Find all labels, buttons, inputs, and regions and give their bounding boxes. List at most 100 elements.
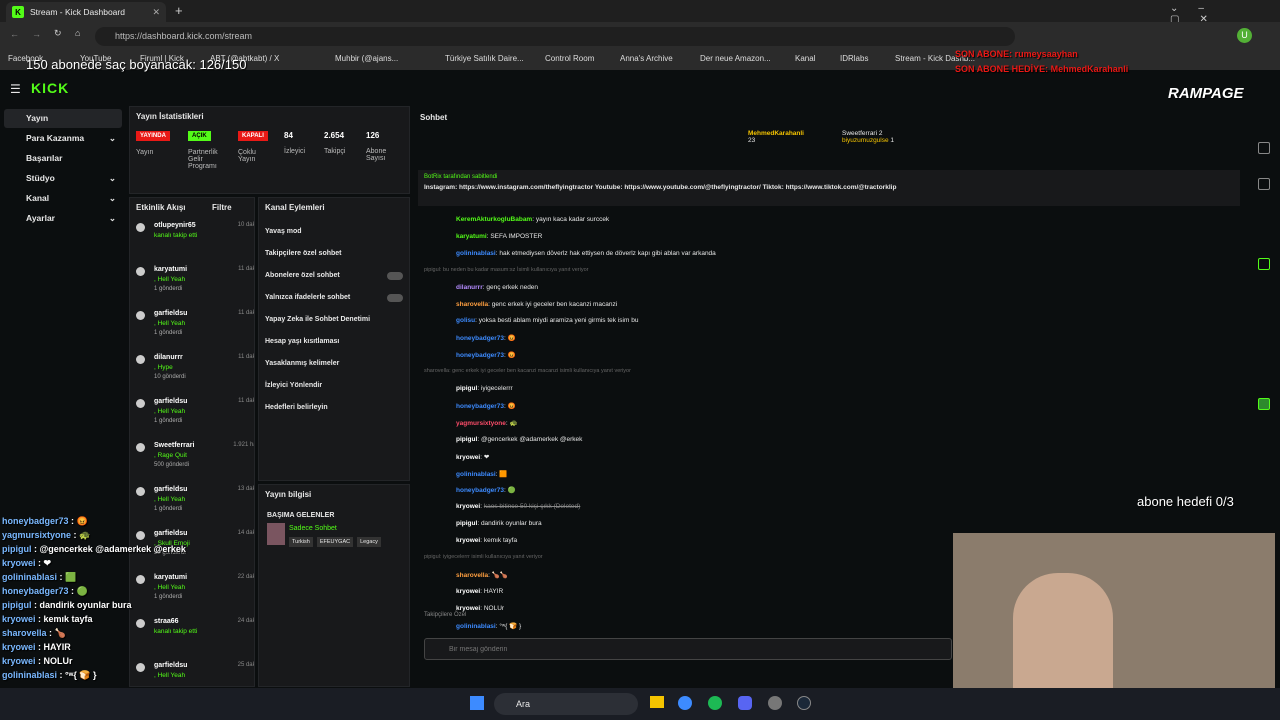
sidebar-item-studyo[interactable]: Stüdyo ⌄ [4,169,122,188]
windows-start-icon[interactable] [470,696,484,710]
chat-username[interactable]: pipigul [456,385,477,392]
chat-username[interactable]: pipigul [456,520,477,527]
channel-action-item[interactable]: Hesap yaşı kısıtlaması [265,338,403,345]
bookmark-item[interactable]: Muhbir (@ajans... [335,54,398,63]
filter-button[interactable]: Filtre [212,203,232,212]
profile-avatar[interactable]: U [1237,28,1252,43]
channel-action-item[interactable]: Yapay Zeka ile Sohbet Denetimi [265,316,403,323]
channel-action-item[interactable]: Hedefleri belirleyin [265,404,403,411]
activity-time: 13 dakika önce [237,486,255,492]
chat-username[interactable]: honeybadger73 [456,352,504,359]
url-field[interactable]: https://dashboard.kick.com/stream [95,27,1015,46]
bookmark-item[interactable]: Kanal [795,54,815,63]
activity-username[interactable]: otlupeynir65 [154,222,196,229]
chat-message: yagmursixtyone: 🐢 [430,419,518,427]
hamburger-menu-icon[interactable]: ☰ [10,82,21,96]
browser-icon[interactable] [678,696,692,710]
sidebar-item-ayarlar[interactable]: Ayarlar ⌄ [4,209,122,228]
activity-detail: , Rage Quit [154,452,187,459]
channel-action-item[interactable]: Abonelere özel sohbet [265,272,403,280]
toggle-switch[interactable] [387,272,403,280]
chat-username[interactable]: sharovella [456,572,488,579]
activity-username[interactable]: dilanurrr [154,354,183,361]
chat-username[interactable]: karyatumi [456,233,487,240]
chat-username[interactable]: kryowei [456,454,480,461]
activity-username[interactable]: karyatumi [154,266,187,273]
activity-username[interactable]: garfieldsu [154,486,187,493]
chat-username[interactable]: kryowei [456,503,480,510]
channel-action-item[interactable]: Yalnızca ifadelerle sohbet [265,294,403,302]
chat-username[interactable]: yagmursixtyone [456,420,506,427]
sidebar-item-basarilar[interactable]: Başarılar [4,149,122,168]
bookmark-item[interactable]: Türkiye Satılık Daire... [445,54,524,63]
chat-username[interactable]: sharovella [456,301,488,308]
chat-username[interactable]: golininablasi [456,250,496,257]
user-icon [136,267,145,276]
category-name[interactable]: Sadece Sohbet [289,525,337,532]
chat-username[interactable]: golininablasi [456,623,496,630]
sidebar-item-yayin[interactable]: Yayın [4,109,122,128]
new-tab-icon[interactable]: + [175,3,183,18]
discord-icon[interactable] [738,696,752,710]
tab-close-icon[interactable]: ✕ [152,7,160,18]
channel-action-item[interactable]: Takipçilere özel sohbet [265,250,403,257]
channel-action-item[interactable]: Yavaş mod [265,228,403,235]
overlay-chat-user: pipigul [2,600,32,610]
overlay-chat-text: @gencerkek @adamerkek @erkek [39,544,186,554]
channel-action-item[interactable]: İzleyici Yönlendir [265,382,403,389]
activity-amount: 1 gönderdi [154,506,183,512]
address-bar-row: ← → ↻ ⌂ https://dashboard.kick.com/strea… [0,22,1280,50]
chat-username[interactable]: kryowei [456,588,480,595]
chat-message: kryowei: kaos bitince 50 kişi çıkk (Dele… [430,503,580,510]
overlay-last-gift: SON ABONE HEDİYE: MehmedKarahanli [955,64,1129,74]
file-explorer-icon[interactable] [650,696,664,708]
toggle-switch[interactable] [387,294,403,302]
taskbar-search[interactable]: Ara [494,693,638,715]
chat-icon[interactable] [1258,258,1270,270]
user-icon [136,355,145,364]
chat-username[interactable]: pipigul [456,436,477,443]
chevron-down-icon: ⌄ [108,213,116,223]
separator: : [68,516,77,526]
bookmark-item[interactable]: Der neue Amazon... [700,54,771,63]
overlay-chat-text: HAYIR [43,642,71,652]
chat-username[interactable]: honeybadger73 [456,487,504,494]
browser-tab[interactable]: K Stream - Kick Dashboard ✕ [6,2,166,22]
sidebar-item-para-kazanma[interactable]: Para Kazanma ⌄ [4,129,122,148]
sidebar-item-kanal[interactable]: Kanal ⌄ [4,189,122,208]
chat-username[interactable]: honeybadger73 [456,335,504,342]
chat-username[interactable]: golisu [456,317,475,324]
activity-username[interactable]: garfieldsu [154,310,187,317]
home-icon[interactable]: ⌂ [75,28,80,38]
activity-username[interactable]: Sweetferrari [154,442,194,449]
steam-icon[interactable] [797,696,811,710]
chat-username[interactable]: KeremAkturkogluBabam [456,216,532,223]
chat-text: °ʷ{ 🍞 } [499,622,522,630]
edit-icon[interactable] [1258,142,1270,154]
overlay-chat-text: 🍗 [54,628,66,638]
forward-icon[interactable]: → [32,29,41,39]
channel-action-label: Yalnızca ifadelerle sohbet [265,294,351,301]
app-icon[interactable] [1258,398,1270,410]
reload-icon[interactable]: ↻ [54,28,62,39]
channel-action-item[interactable]: Yasaklanmış kelimeler [265,360,403,367]
chat-text: iyigecelerrr [480,385,513,392]
overlay-chat-line: sharovella : 🍗 [2,628,66,639]
bookmark-item[interactable]: Control Room [545,54,594,63]
chat-username[interactable]: honeybadger73 [456,403,504,410]
settings-icon[interactable] [1258,178,1270,190]
chat-input[interactable] [424,638,952,660]
activity-username[interactable]: garfieldsu [154,398,187,405]
chat-username[interactable]: kryowei [456,537,480,544]
bookmark-item[interactable]: Anna's Archive [620,54,673,63]
chat-message: kryowei: NOLUr [430,605,504,612]
chat-text: 🟢 [507,487,516,495]
kick-logo[interactable]: KICK [31,80,69,96]
bookmark-item[interactable]: IDRlabs [840,54,868,63]
chat-username[interactable]: kryowei [456,605,480,612]
spotify-icon[interactable] [708,696,722,710]
chat-username[interactable]: dilanurrr [456,284,483,291]
chat-username[interactable]: golininablasi [456,471,496,478]
back-icon[interactable]: ← [10,29,19,39]
obs-icon[interactable] [768,696,782,710]
